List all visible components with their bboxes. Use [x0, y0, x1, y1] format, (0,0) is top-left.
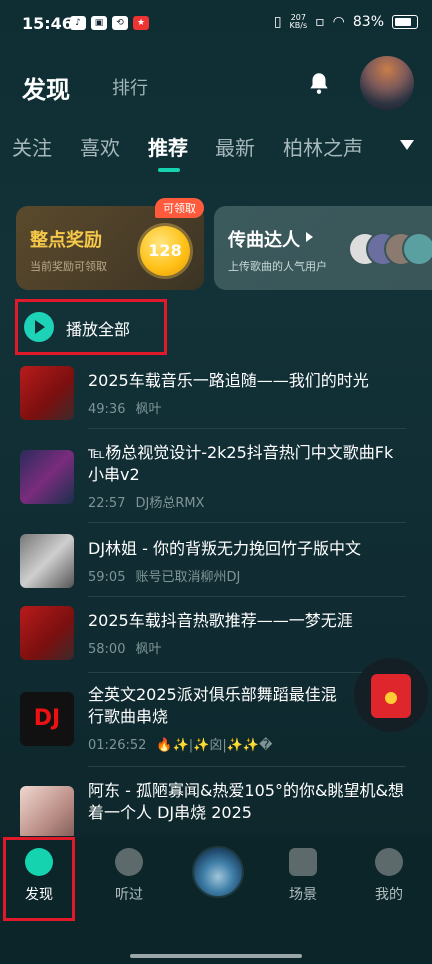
- now-playing-disc[interactable]: [192, 846, 244, 898]
- song-title: 全英文2025派对俱乐部舞蹈最佳混行歌曲串烧: [88, 685, 337, 726]
- divider: [88, 428, 406, 429]
- tab-follow[interactable]: 关注: [12, 132, 52, 161]
- song-cover: DJ: [20, 692, 74, 746]
- artist-avatars: [348, 232, 432, 266]
- artist-card[interactable]: 传曲达人 上传歌曲的人气用户: [214, 206, 432, 290]
- reward-card[interactable]: 整点奖励 当前奖励可领取 可领取 128: [16, 198, 204, 290]
- song-cover: [20, 786, 74, 840]
- bell-icon[interactable]: [306, 70, 332, 96]
- song-cover: [20, 606, 74, 660]
- play-all-label: 播放全部: [66, 320, 131, 339]
- tab-berlin[interactable]: 柏林之声: [283, 132, 363, 161]
- rank-tab[interactable]: 排行: [112, 74, 148, 100]
- sim-icon: ▫: [315, 14, 325, 30]
- song-meta: 49:36 枫叶: [88, 402, 162, 417]
- song-title: 2025车载抖音热歌推荐——一梦无涯: [88, 611, 353, 630]
- red-packet-button[interactable]: [354, 658, 428, 732]
- notification-app-icon: ⟲: [112, 16, 128, 30]
- divider: [88, 596, 406, 597]
- play-all-button[interactable]: 播放全部: [15, 299, 167, 355]
- song-meta: 58:00 枫叶: [88, 642, 162, 657]
- red-packet-icon: [371, 674, 411, 718]
- divider: [88, 766, 406, 767]
- network-speed: 207 KB/s: [289, 13, 308, 30]
- song-cover: [20, 366, 74, 420]
- tab-like[interactable]: 喜欢: [80, 132, 120, 161]
- notification-icons: ♪ ▣ ⟲ ★: [70, 16, 149, 30]
- nav-mine[interactable]: 我的: [354, 848, 424, 904]
- home-indicator[interactable]: [130, 954, 302, 958]
- chevron-down-icon[interactable]: [400, 140, 414, 150]
- status-time: 15:46: [22, 14, 73, 33]
- divider: [88, 672, 406, 673]
- header: 发现 排行: [0, 56, 432, 120]
- artist-title: 传曲达人: [228, 230, 300, 251]
- history-icon: [115, 848, 143, 876]
- nav-label: 场景: [289, 887, 317, 903]
- page-title: 发现: [22, 76, 70, 104]
- nav-history[interactable]: 听过: [94, 848, 164, 904]
- tab-latest[interactable]: 最新: [215, 132, 255, 161]
- chevron-right-icon: [306, 232, 313, 242]
- notification-app-icon: ♪: [70, 16, 86, 30]
- song-title: DJ林姐 - 你的背叛无力挽回竹子版中文: [88, 539, 361, 558]
- notification-app-icon: ★: [133, 16, 149, 30]
- song-meta: 01:26:52 🔥✨|✨囟|✨✨�: [88, 738, 273, 753]
- reward-title: 整点奖励: [30, 230, 102, 251]
- coin-icon[interactable]: 128: [140, 226, 190, 276]
- claim-badge: 可领取: [155, 198, 204, 218]
- song-title: ℡杨总视觉设计-2k25抖音热门中文歌曲Fk小串v2: [88, 443, 394, 484]
- artist-sub: 上传歌曲的人气用户: [228, 260, 327, 273]
- song-cover: [20, 450, 74, 504]
- play-icon[interactable]: [24, 312, 54, 342]
- battery-icon: [392, 15, 418, 29]
- vibrate-icon: ▯: [273, 14, 282, 30]
- category-tabs: 关注 喜欢 推荐 最新 柏林之声: [0, 128, 432, 172]
- song-meta: 59:05 账号已取消柳州DJ: [88, 570, 241, 585]
- song-title: 2025车载音乐一路追随——我们的时光: [88, 371, 369, 390]
- song-meta: 22:57 DJ杨总RMX: [88, 496, 205, 511]
- battery-percent: 83%: [352, 14, 384, 30]
- face-icon: [375, 848, 403, 876]
- highlight-box: [3, 837, 75, 921]
- divider: [88, 522, 406, 523]
- nav-label: 我的: [375, 887, 403, 903]
- status-right: ▯ 207 KB/s ▫ ◠ 83%: [274, 14, 418, 30]
- notification-app-icon: ▣: [91, 16, 107, 30]
- tab-recommend[interactable]: 推荐: [148, 132, 188, 161]
- bar-chart-icon: [289, 848, 317, 876]
- reward-sub: 当前奖励可领取: [30, 260, 107, 273]
- song-cover: [20, 534, 74, 588]
- avatar[interactable]: [360, 56, 414, 110]
- status-bar: 15:46 ♪ ▣ ⟲ ★ ▯ 207 KB/s ▫ ◠ 83%: [0, 0, 432, 52]
- avatar: [402, 232, 432, 266]
- song-title: 阿东 - 孤陋寡闻&热爱105°的你&眺望机&想着一个人 DJ串烧 2025: [88, 781, 404, 822]
- nav-scene[interactable]: 场景: [268, 848, 338, 904]
- tab-indicator: [158, 168, 180, 172]
- nav-label: 听过: [115, 887, 143, 903]
- wifi-icon: ◠: [332, 14, 345, 30]
